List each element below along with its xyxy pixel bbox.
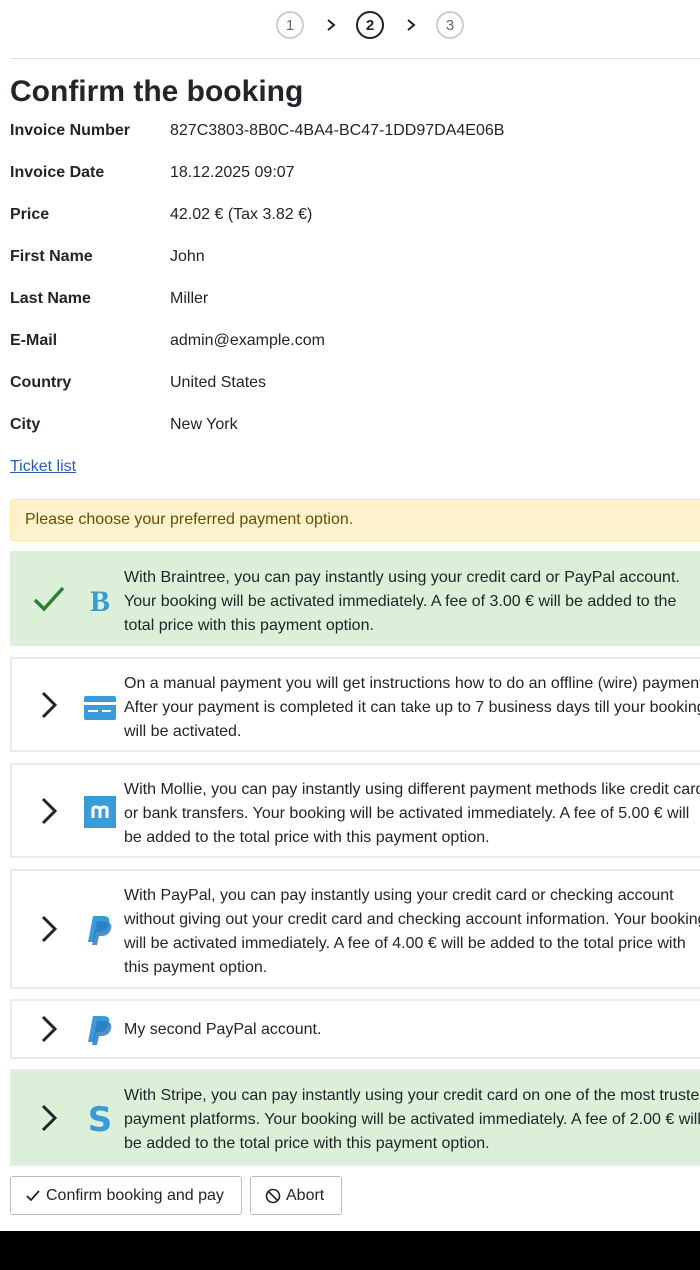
option-description: With Mollie, you can pay instantly using… xyxy=(124,781,700,846)
invoice-row: Invoice Date 18.12.2025 09:07 xyxy=(10,156,700,198)
payment-notice: Please choose your preferred payment opt… xyxy=(10,499,700,541)
payment-option-paypal-2[interactable]: My second PayPal account. xyxy=(10,999,700,1059)
chevron-right-icon xyxy=(41,1015,58,1043)
field-value: New York xyxy=(170,416,238,433)
mollie-icon xyxy=(84,796,116,828)
check-icon xyxy=(26,1189,40,1201)
page-title: Confirm the booking xyxy=(10,75,304,108)
abort-button-label: Abort xyxy=(286,1186,325,1204)
svg-text:S: S xyxy=(88,1101,113,1133)
field-label: Price xyxy=(10,206,50,223)
field-label: Invoice Date xyxy=(10,164,105,181)
credit-card-icon xyxy=(84,696,116,720)
stripe-icon: S xyxy=(88,1101,113,1133)
invoice-row: E-Mail admin@example.com xyxy=(10,324,700,366)
option-description: My second PayPal account. xyxy=(124,1021,322,1038)
invoice-row: Invoice Number 827C3803-8B0C-4BA4-BC47-1D… xyxy=(10,114,700,156)
divider xyxy=(10,58,700,59)
field-value: United States xyxy=(170,374,267,391)
step-3[interactable]: 3 xyxy=(436,11,464,39)
field-label: E-Mail xyxy=(10,332,58,349)
step-1[interactable]: 1 xyxy=(276,11,304,39)
check-icon xyxy=(33,586,65,612)
field-value: 827C3803-8B0C-4BA4-BC47-1DD97DA4E06B xyxy=(170,122,505,139)
option-description: On a manual payment you will get instruc… xyxy=(124,675,700,740)
chevron-right-icon xyxy=(407,19,416,31)
field-label: City xyxy=(10,416,41,433)
confirm-button[interactable]: Confirm booking and pay xyxy=(10,1176,242,1215)
booking-page: 1 2 3 Confirm the booking Invoice Number… xyxy=(0,0,700,1231)
chevron-right-icon xyxy=(41,797,58,825)
option-description: With Braintree, you can pay instantly us… xyxy=(124,569,680,634)
chevron-right-icon xyxy=(41,691,58,719)
field-value: 18.12.2025 09:07 xyxy=(170,164,295,181)
invoice-row: First Name John xyxy=(10,240,700,282)
ticket-list-link[interactable]: Ticket list xyxy=(10,458,76,476)
payment-option-braintree[interactable]: B With Braintree, you can pay instantly … xyxy=(10,551,700,646)
invoice-row: City New York xyxy=(10,408,700,450)
payment-option-manual[interactable]: On a manual payment you will get instruc… xyxy=(10,657,700,752)
braintree-icon: B xyxy=(90,585,110,616)
step-2[interactable]: 2 xyxy=(356,11,384,39)
field-label: Invoice Number xyxy=(10,122,131,139)
field-value: admin@example.com xyxy=(170,332,325,349)
field-value: John xyxy=(170,248,205,265)
chevron-right-icon xyxy=(327,19,336,31)
payment-option-mollie[interactable]: With Mollie, you can pay instantly using… xyxy=(10,763,700,858)
chevron-right-icon xyxy=(41,1104,58,1132)
field-value: 42.02 € (Tax 3.82 €) xyxy=(170,206,313,223)
option-description: With PayPal, you can pay instantly using… xyxy=(124,887,700,976)
payment-option-stripe[interactable]: S With Stripe, you can pay instantly usi… xyxy=(10,1069,700,1166)
paypal-icon xyxy=(88,916,112,945)
invoice-row: Country United States xyxy=(10,366,700,408)
chevron-right-icon xyxy=(41,915,58,943)
invoice-row: Last Name Miller xyxy=(10,282,700,324)
abort-button[interactable]: Abort xyxy=(250,1176,342,1215)
ban-icon xyxy=(265,1188,281,1203)
field-label: First Name xyxy=(10,248,93,265)
invoice-row: Price 42.02 € (Tax 3.82 €) xyxy=(10,198,700,240)
paypal-icon xyxy=(88,1016,112,1045)
payment-option-paypal[interactable]: With PayPal, you can pay instantly using… xyxy=(10,869,700,989)
field-value: Miller xyxy=(170,290,209,307)
step-indicator: 1 2 3 xyxy=(0,11,700,43)
invoice-details: Invoice Number 827C3803-8B0C-4BA4-BC47-1D… xyxy=(10,114,700,450)
field-label: Country xyxy=(10,374,72,391)
confirm-button-label: Confirm booking and pay xyxy=(46,1186,224,1204)
option-description: With Stripe, you can pay instantly using… xyxy=(124,1087,700,1152)
svg-text:B: B xyxy=(90,585,110,616)
field-label: Last Name xyxy=(10,290,91,307)
